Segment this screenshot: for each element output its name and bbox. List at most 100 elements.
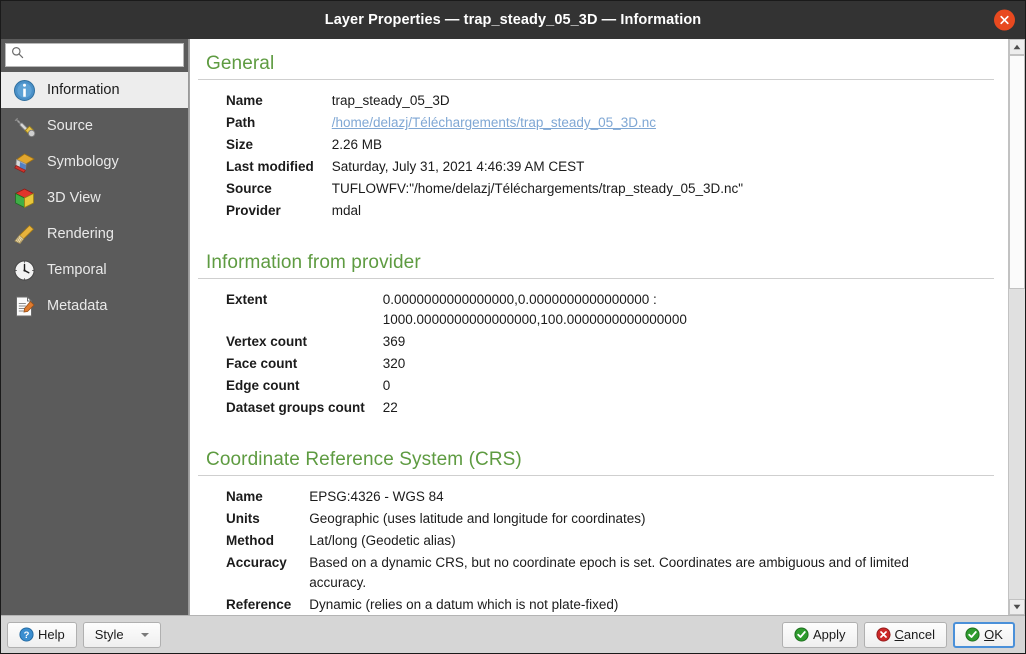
section-heading: General — [198, 49, 994, 79]
sidebar-nav-list: Information Source — [1, 70, 188, 615]
table-row: Edge count 0 — [226, 375, 743, 397]
dialog-body: Information Source — [1, 39, 1025, 615]
row-key: Extent — [226, 289, 383, 331]
row-value: 369 — [383, 331, 743, 353]
row-value: Dynamic (relies on a datum which is not … — [309, 594, 969, 615]
help-button[interactable]: ? Help — [7, 622, 77, 648]
row-value: 0 — [383, 375, 743, 397]
sidebar-item-label: Metadata — [47, 298, 107, 314]
row-key: Reference — [226, 594, 309, 615]
section-divider — [198, 278, 994, 279]
section-gap — [198, 423, 994, 445]
row-value: Based on a dynamic CRS, but no coordinat… — [309, 552, 969, 594]
check-circle-icon — [794, 627, 809, 642]
scrollbar-track[interactable] — [1009, 55, 1025, 599]
cancel-button-label: Cancel — [895, 627, 935, 642]
row-key: Path — [226, 112, 332, 134]
broom-icon — [11, 221, 37, 247]
provider-properties-table: Extent 0.0000000000000000,0.000000000000… — [226, 289, 743, 419]
table-row: Reference Dynamic (relies on a datum whi… — [226, 594, 969, 615]
help-icon: ? — [19, 627, 34, 642]
row-value: Lat/long (Geodetic alias) — [309, 530, 969, 552]
sidebar-item-symbology[interactable]: Symbology — [1, 144, 188, 180]
path-link[interactable]: /home/delazj/Téléchargements/trap_steady… — [332, 115, 656, 130]
section-heading: Information from provider — [198, 248, 994, 278]
search-icon — [11, 46, 24, 64]
section-general: General Name trap_steady_05_3D Path /hom… — [198, 49, 994, 222]
cancel-rest: ancel — [904, 627, 935, 642]
svg-text:?: ? — [24, 630, 30, 641]
sidebar-item-label: Temporal — [47, 262, 107, 278]
help-button-label: Help — [38, 627, 65, 642]
apply-button-label: Apply — [813, 627, 846, 642]
cancel-button[interactable]: Cancel — [864, 622, 947, 648]
row-value: /home/delazj/Téléchargements/trap_steady… — [332, 112, 743, 134]
sidebar-item-3d-view[interactable]: 3D View — [1, 180, 188, 216]
section-gap — [198, 226, 994, 248]
brush-icon — [11, 149, 37, 175]
wrench-icon — [11, 113, 37, 139]
cancel-mnemonic: C — [895, 627, 904, 642]
row-key: Size — [226, 134, 332, 156]
row-value: 0.0000000000000000,0.0000000000000000 : … — [383, 289, 743, 331]
sidebar-item-metadata[interactable]: Metadata — [1, 288, 188, 324]
section-heading: Coordinate Reference System (CRS) — [198, 445, 994, 475]
row-key: Dataset groups count — [226, 397, 383, 419]
row-key: Last modified — [226, 156, 332, 178]
row-key: Vertex count — [226, 331, 383, 353]
chevron-down-icon — [141, 633, 149, 637]
sidebar-item-label: Symbology — [47, 154, 119, 170]
scroll-down-icon[interactable] — [1009, 599, 1025, 615]
crs-properties-table: Name EPSG:4326 - WGS 84 Units Geographic… — [226, 486, 969, 615]
table-row: Provider mdal — [226, 200, 743, 222]
dialog-button-bar: ? Help Style Apply — [1, 615, 1025, 653]
scrollbar-thumb[interactable] — [1009, 55, 1025, 289]
section-information-from-provider: Information from provider Extent 0.00000… — [198, 248, 994, 419]
sidebar-item-rendering[interactable]: Rendering — [1, 216, 188, 252]
table-row: Units Geographic (uses latitude and long… — [226, 508, 969, 530]
style-button[interactable]: Style — [83, 622, 161, 648]
row-key: Units — [226, 508, 309, 530]
table-row: Vertex count 369 — [226, 331, 743, 353]
apply-button[interactable]: Apply — [782, 622, 858, 648]
table-row: Last modified Saturday, July 31, 2021 4:… — [226, 156, 743, 178]
row-key: Accuracy — [226, 552, 309, 594]
table-row: Path /home/delazj/Téléchargements/trap_s… — [226, 112, 743, 134]
row-key: Edge count — [226, 375, 383, 397]
sidebar: Information Source — [1, 39, 189, 615]
row-key: Name — [226, 486, 309, 508]
scroll-up-icon[interactable] — [1009, 39, 1025, 55]
search-box[interactable] — [5, 43, 184, 67]
cancel-circle-icon — [876, 627, 891, 642]
table-row: Size 2.26 MB — [226, 134, 743, 156]
layer-properties-dialog: Layer Properties — trap_steady_05_3D — I… — [0, 0, 1026, 654]
ok-button[interactable]: OK — [953, 622, 1015, 648]
style-button-label: Style — [95, 627, 124, 642]
row-key: Method — [226, 530, 309, 552]
sidebar-item-label: Information — [47, 82, 120, 98]
close-icon[interactable] — [994, 10, 1015, 31]
row-key: Provider — [226, 200, 332, 222]
document-icon — [11, 293, 37, 319]
content-pane: General Name trap_steady_05_3D Path /hom… — [189, 39, 1025, 615]
information-panel: General Name trap_steady_05_3D Path /hom… — [190, 39, 1008, 615]
info-icon — [11, 77, 37, 103]
row-key: Name — [226, 90, 332, 112]
sidebar-item-information[interactable]: Information — [1, 72, 188, 108]
table-row: Dataset groups count 22 — [226, 397, 743, 419]
sidebar-search-wrapper — [1, 39, 188, 70]
title-bar: Layer Properties — trap_steady_05_3D — I… — [1, 1, 1025, 39]
table-row: Method Lat/long (Geodetic alias) — [226, 530, 969, 552]
sidebar-item-label: 3D View — [47, 190, 101, 206]
vertical-scrollbar[interactable] — [1008, 39, 1025, 615]
sidebar-item-temporal[interactable]: Temporal — [1, 252, 188, 288]
section-crs: Coordinate Reference System (CRS) Name E… — [198, 445, 994, 615]
sidebar-item-source[interactable]: Source — [1, 108, 188, 144]
row-value: Saturday, July 31, 2021 4:46:39 AM CEST — [332, 156, 743, 178]
row-key: Face count — [226, 353, 383, 375]
table-row: Source TUFLOWFV:"/home/delazj/Télécharge… — [226, 178, 743, 200]
search-input[interactable] — [29, 48, 178, 62]
row-value: 320 — [383, 353, 743, 375]
row-value: mdal — [332, 200, 743, 222]
cube-icon — [11, 185, 37, 211]
